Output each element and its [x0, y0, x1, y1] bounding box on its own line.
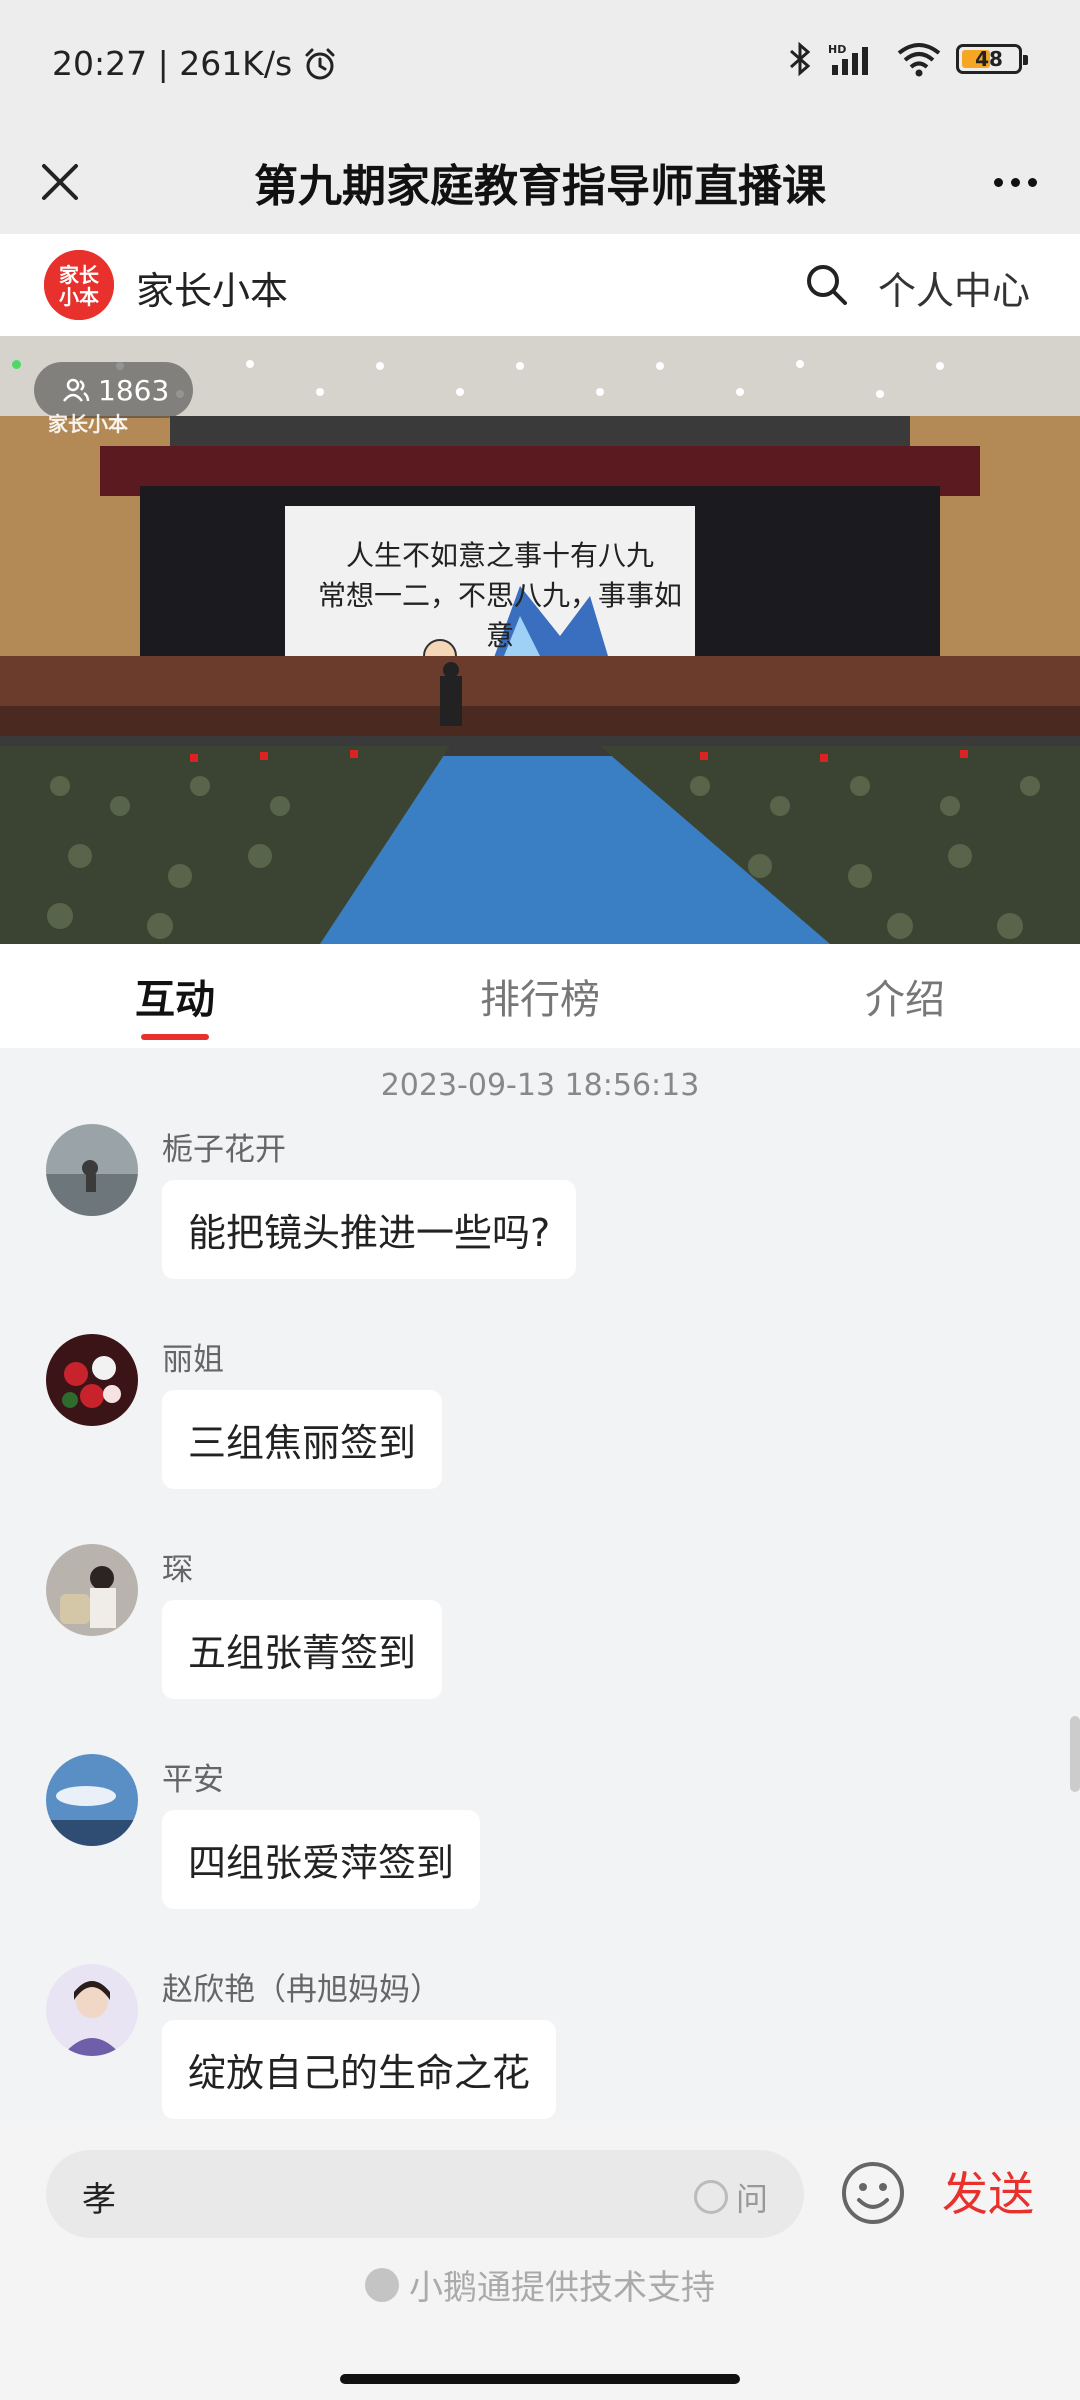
- signal-icon: HD: [828, 43, 868, 75]
- avatar[interactable]: [46, 1754, 138, 1846]
- page-header: 第九期家庭教育指导师直播课: [0, 130, 1080, 234]
- more-icon-dot: [1010, 177, 1020, 187]
- viewers-icon: [63, 378, 90, 402]
- powered-by-text: 小鹅通提供技术支持: [409, 2268, 715, 2308]
- stage-screen-text: 人生不如意之事十有八九 常想一二，不思八九，事事如意: [310, 536, 690, 656]
- status-time-speed: 20:27 | 261K/s: [52, 44, 293, 83]
- search-icon[interactable]: [804, 262, 850, 308]
- message-bubble[interactable]: 能把镜头推进一些吗?: [162, 1180, 577, 1279]
- avatar[interactable]: [46, 1544, 138, 1636]
- message-bubble[interactable]: 五组张菁签到: [162, 1600, 443, 1699]
- screen-line-2: 常想一二，不思八九，事事如意: [317, 579, 682, 652]
- page-title: 第九期家庭教育指导师直播课: [254, 161, 826, 212]
- chat-panel[interactable]: 2023-09-13 18:56:13 栀子花开 能把镜头推进一些吗? 丽姐 三…: [0, 1048, 1080, 2120]
- chat-scrollbar[interactable]: [1070, 1716, 1080, 1792]
- ask-question-toggle[interactable]: 问: [693, 2174, 768, 2220]
- chat-timestamp: 2023-09-13 18:56:13: [380, 1068, 700, 1103]
- battery-level: 48: [975, 47, 1003, 71]
- status-right: HD 48: [786, 40, 1028, 78]
- brand-bar: 家长 小本 家长小本 个人中心: [0, 234, 1080, 336]
- comment-input-value[interactable]: 孝: [82, 2172, 116, 2221]
- comment-input[interactable]: 孝 问: [46, 2150, 804, 2238]
- live-video-player[interactable]: 人生不如意之事十有八九 常想一二，不思八九，事事如意 1863 家长小本: [0, 336, 1080, 944]
- message-author: 栀子花开: [162, 1132, 286, 1168]
- tab-leaderboard[interactable]: 排行榜: [350, 944, 730, 1048]
- message-author: 平安: [162, 1762, 224, 1798]
- radio-icon: [693, 2180, 728, 2214]
- more-button[interactable]: [980, 152, 1050, 212]
- screen-line-1: 人生不如意之事十有八九: [345, 539, 654, 572]
- status-left: 20:27 | 261K/s: [52, 44, 338, 83]
- message-author: 赵欣艳（冉旭妈妈）: [162, 1972, 441, 2008]
- tab-bar: 互动 排行榜 介绍: [0, 944, 1080, 1048]
- message-bubble[interactable]: 绽放自己的生命之花: [162, 2020, 557, 2119]
- viewer-count: 1863: [98, 373, 170, 407]
- profile-center-link[interactable]: 个人中心: [878, 260, 1030, 315]
- avatar[interactable]: [46, 1964, 138, 2056]
- live-indicator: [12, 360, 21, 369]
- svg-text:小本: 小本: [59, 285, 99, 309]
- comment-input-bar: 孝 问 发送 小鹅通提供技术支持: [0, 2120, 1080, 2360]
- svg-text:家长: 家长: [59, 263, 100, 287]
- message-bubble[interactable]: 四组张爱萍签到: [162, 1810, 481, 1909]
- tab-interaction[interactable]: 互动: [0, 944, 350, 1048]
- battery-icon: 48: [956, 44, 1028, 74]
- ask-question-label: 问: [735, 2180, 768, 2218]
- more-icon-dot: [1027, 177, 1037, 187]
- message-author: 丽姐: [162, 1342, 224, 1378]
- svg-text:HD: HD: [828, 43, 846, 56]
- avatar[interactable]: [46, 1124, 138, 1216]
- status-bar: 20:27 | 261K/s HD 48: [0, 0, 1080, 130]
- home-indicator[interactable]: [340, 2374, 740, 2384]
- message-author: 琛: [162, 1552, 193, 1588]
- emoji-icon[interactable]: [840, 2160, 906, 2226]
- more-icon: [993, 177, 1003, 187]
- xiaoetong-logo-icon: [365, 2267, 399, 2302]
- video-watermark: 家长小本: [48, 412, 128, 436]
- message-bubble[interactable]: 三组焦丽签到: [162, 1390, 443, 1489]
- tab-introduction[interactable]: 介绍: [730, 944, 1080, 1048]
- alarm-icon: [305, 48, 335, 79]
- avatar[interactable]: [46, 1334, 138, 1426]
- powered-by: 小鹅通提供技术支持: [0, 2260, 1080, 2309]
- logo-icon: 家长 小本: [44, 250, 114, 320]
- wifi-icon: [897, 43, 941, 77]
- system-nav-bar: [0, 2360, 1080, 2400]
- send-button[interactable]: 发送: [942, 2158, 1034, 2224]
- bluetooth-icon: [790, 41, 811, 77]
- brand-logo[interactable]: 家长 小本: [44, 250, 114, 320]
- brand-name[interactable]: 家长小本: [136, 260, 288, 315]
